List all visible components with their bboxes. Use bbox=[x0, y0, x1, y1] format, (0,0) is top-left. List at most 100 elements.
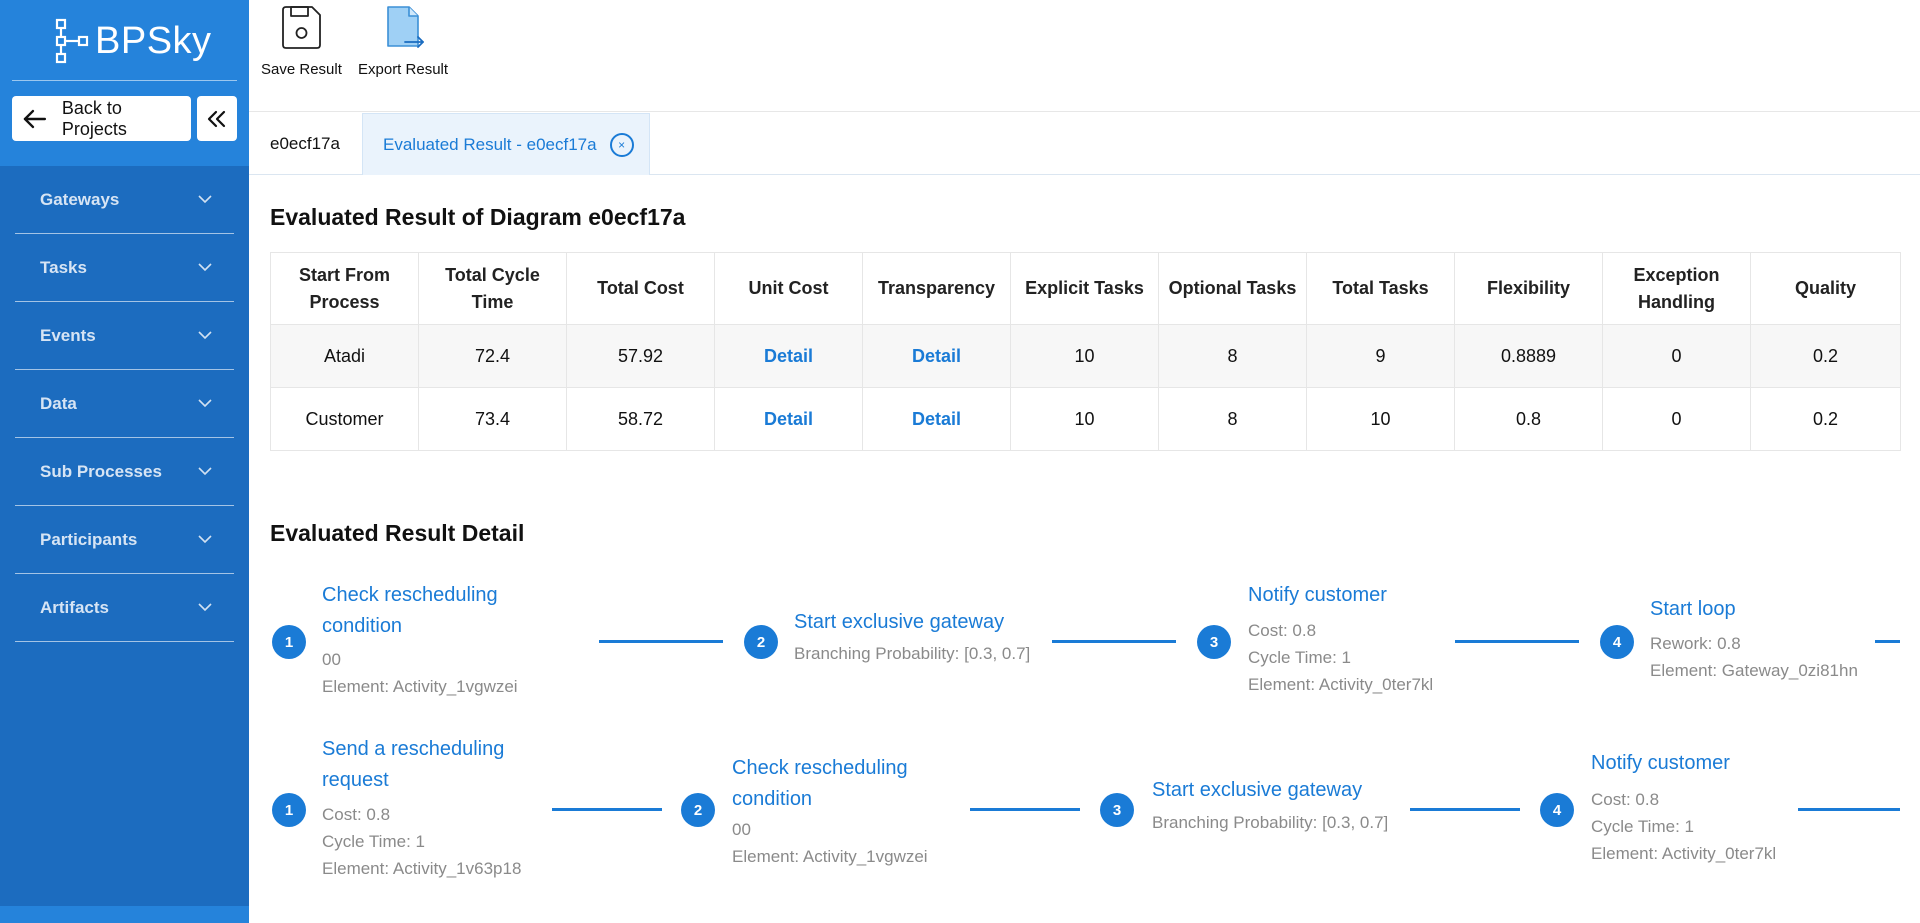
table-header-row: Start From Process Total Cycle Time Tota… bbox=[270, 252, 1901, 325]
export-result-button[interactable]: Export Result bbox=[358, 4, 448, 78]
chevron-down-icon bbox=[198, 399, 212, 408]
step-detail-line: Element: Activity_1vgwzei bbox=[322, 677, 518, 696]
step-details: 00 Element: Activity_1vgwzei bbox=[322, 646, 518, 700]
step-number-badge: 4 bbox=[1540, 793, 1574, 827]
step-connector bbox=[1410, 808, 1520, 811]
step-detail-line: Branching Probability: [0.3, 0.7] bbox=[1152, 813, 1389, 832]
step-details: Branching Probability: [0.3, 0.7] bbox=[1152, 809, 1388, 836]
step-connector bbox=[1052, 640, 1176, 643]
page-title: Evaluated Result of Diagram e0ecf17a bbox=[270, 204, 686, 230]
step-title[interactable]: Check rescheduling condition bbox=[732, 753, 908, 815]
transparency-detail-link[interactable]: Detail bbox=[862, 324, 1011, 388]
step-detail-line: Cost: 0.8 bbox=[1248, 621, 1317, 640]
sidebar-item-label: Events bbox=[40, 325, 96, 345]
step-details: 00 Element: Activity_1vgwzei bbox=[732, 816, 928, 870]
file-export-icon bbox=[387, 6, 424, 48]
table-cell: 72.4 bbox=[418, 324, 567, 388]
step-title-line: Notify customer bbox=[1591, 752, 1730, 774]
step-title[interactable]: Send a rescheduling request bbox=[322, 734, 504, 796]
step-title-line: request bbox=[322, 769, 389, 791]
sidebar-item-events[interactable]: Events bbox=[15, 302, 234, 370]
divider bbox=[12, 80, 237, 81]
sidebar-item-participants[interactable]: Participants bbox=[15, 506, 234, 574]
column-header: Optional Tasks bbox=[1158, 252, 1307, 325]
sidebar-item-sub-processes[interactable]: Sub Processes bbox=[15, 438, 234, 506]
tab-evaluated-result[interactable]: Evaluated Result - e0ecf17a × bbox=[362, 113, 650, 175]
step-number-badge: 4 bbox=[1600, 625, 1634, 659]
table-cell: 0.2 bbox=[1750, 324, 1901, 388]
step-title-line: condition bbox=[732, 788, 813, 810]
close-tab-button[interactable]: × bbox=[609, 132, 634, 157]
double-chevron-left-icon bbox=[207, 110, 226, 127]
step-connector bbox=[1798, 808, 1900, 811]
step-number-badge: 3 bbox=[1100, 793, 1134, 827]
save-result-button[interactable]: Save Result bbox=[261, 4, 342, 78]
step-detail-line: Cycle Time: 1 bbox=[322, 832, 425, 851]
sidebar-item-gateways[interactable]: Gateways bbox=[15, 166, 234, 234]
transparency-detail-link[interactable]: Detail bbox=[862, 387, 1011, 451]
step-title[interactable]: Check rescheduling condition bbox=[322, 580, 498, 642]
collapse-sidebar-button[interactable] bbox=[197, 96, 237, 141]
table-row: Atadi 72.4 57.92 Detail Detail 10 8 9 0.… bbox=[270, 324, 1901, 388]
step-title[interactable]: Start exclusive gateway bbox=[1152, 775, 1362, 806]
column-header: Start From Process bbox=[270, 252, 419, 325]
step-title[interactable]: Notify customer bbox=[1248, 580, 1387, 611]
table-cell: 10 bbox=[1306, 387, 1455, 451]
back-to-projects-button[interactable]: Back to Projects bbox=[12, 96, 191, 141]
column-header: Transparency bbox=[862, 252, 1011, 325]
sidebar-item-label: Artifacts bbox=[40, 597, 109, 617]
step-detail-line: Cycle Time: 1 bbox=[1248, 648, 1351, 667]
table-cell: 0.2 bbox=[1750, 387, 1901, 451]
step-number-badge: 2 bbox=[744, 625, 778, 659]
unit-cost-detail-link[interactable]: Detail bbox=[714, 324, 863, 388]
table-cell: 0.8889 bbox=[1454, 324, 1603, 388]
step-details: Cost: 0.8 Cycle Time: 1 Element: Activit… bbox=[1591, 786, 1776, 867]
table-cell: 73.4 bbox=[418, 387, 567, 451]
app-name: BPSky bbox=[95, 19, 212, 62]
sidebar-item-data[interactable]: Data bbox=[15, 370, 234, 438]
step-connector bbox=[599, 640, 723, 643]
table-cell: 8 bbox=[1158, 324, 1307, 388]
step-title-line: condition bbox=[322, 615, 403, 637]
chevron-down-icon bbox=[198, 195, 212, 204]
step-detail-line: Branching Probability: [0.3, 0.7] bbox=[794, 644, 1031, 663]
tab-diagram[interactable]: e0ecf17a bbox=[249, 112, 361, 175]
close-icon: × bbox=[618, 137, 626, 152]
sidebar-item-artifacts[interactable]: Artifacts bbox=[15, 574, 234, 642]
sidebar-item-tasks[interactable]: Tasks bbox=[15, 234, 234, 302]
table-row: Customer 73.4 58.72 Detail Detail 10 8 1… bbox=[270, 387, 1901, 451]
sidebar-item-label: Sub Processes bbox=[40, 461, 162, 481]
column-header: Quality bbox=[1750, 252, 1901, 325]
unit-cost-detail-link[interactable]: Detail bbox=[714, 387, 863, 451]
step-title[interactable]: Start exclusive gateway bbox=[794, 607, 1004, 638]
detail-section-title: Evaluated Result Detail bbox=[270, 520, 525, 546]
step-detail-line: Element: Gateway_0zi81hn bbox=[1650, 661, 1858, 680]
table-cell: 0 bbox=[1602, 387, 1751, 451]
column-header: Total Cost bbox=[566, 252, 715, 325]
column-header: Exception Handling bbox=[1602, 252, 1751, 325]
step-title[interactable]: Start loop bbox=[1650, 594, 1736, 625]
step-connector bbox=[552, 808, 662, 811]
step-detail-line: Cycle Time: 1 bbox=[1591, 817, 1694, 836]
step-detail-line: Element: Activity_0ter7kl bbox=[1591, 844, 1777, 863]
sidebar-item-label: Tasks bbox=[40, 257, 87, 277]
step-detail-line: Cost: 0.8 bbox=[322, 805, 391, 824]
column-header: Total Tasks bbox=[1306, 252, 1455, 325]
step-detail-line: Rework: 0.8 bbox=[1650, 634, 1741, 653]
results-table: Start From Process Total Cycle Time Tota… bbox=[270, 252, 1901, 451]
floppy-disk-icon bbox=[282, 6, 322, 49]
table-cell: 0.8 bbox=[1454, 387, 1603, 451]
result-path: 1 Check rescheduling condition 00 Elemen… bbox=[270, 580, 1900, 710]
chevron-down-icon bbox=[198, 467, 212, 476]
step-detail-line: Element: Activity_1v63p18 bbox=[322, 859, 522, 878]
tab-label: Evaluated Result - e0ecf17a bbox=[383, 134, 597, 154]
diagram-logo-icon bbox=[55, 18, 89, 64]
step-title[interactable]: Notify customer bbox=[1591, 748, 1730, 779]
table-cell: 10 bbox=[1010, 324, 1159, 388]
step-title-line: Notify customer bbox=[1248, 584, 1387, 606]
sidebar-item-label: Data bbox=[40, 393, 77, 413]
step-number-badge: 1 bbox=[272, 625, 306, 659]
column-header: Flexibility bbox=[1454, 252, 1603, 325]
chevron-down-icon bbox=[198, 535, 212, 544]
column-header: Unit Cost bbox=[714, 252, 863, 325]
